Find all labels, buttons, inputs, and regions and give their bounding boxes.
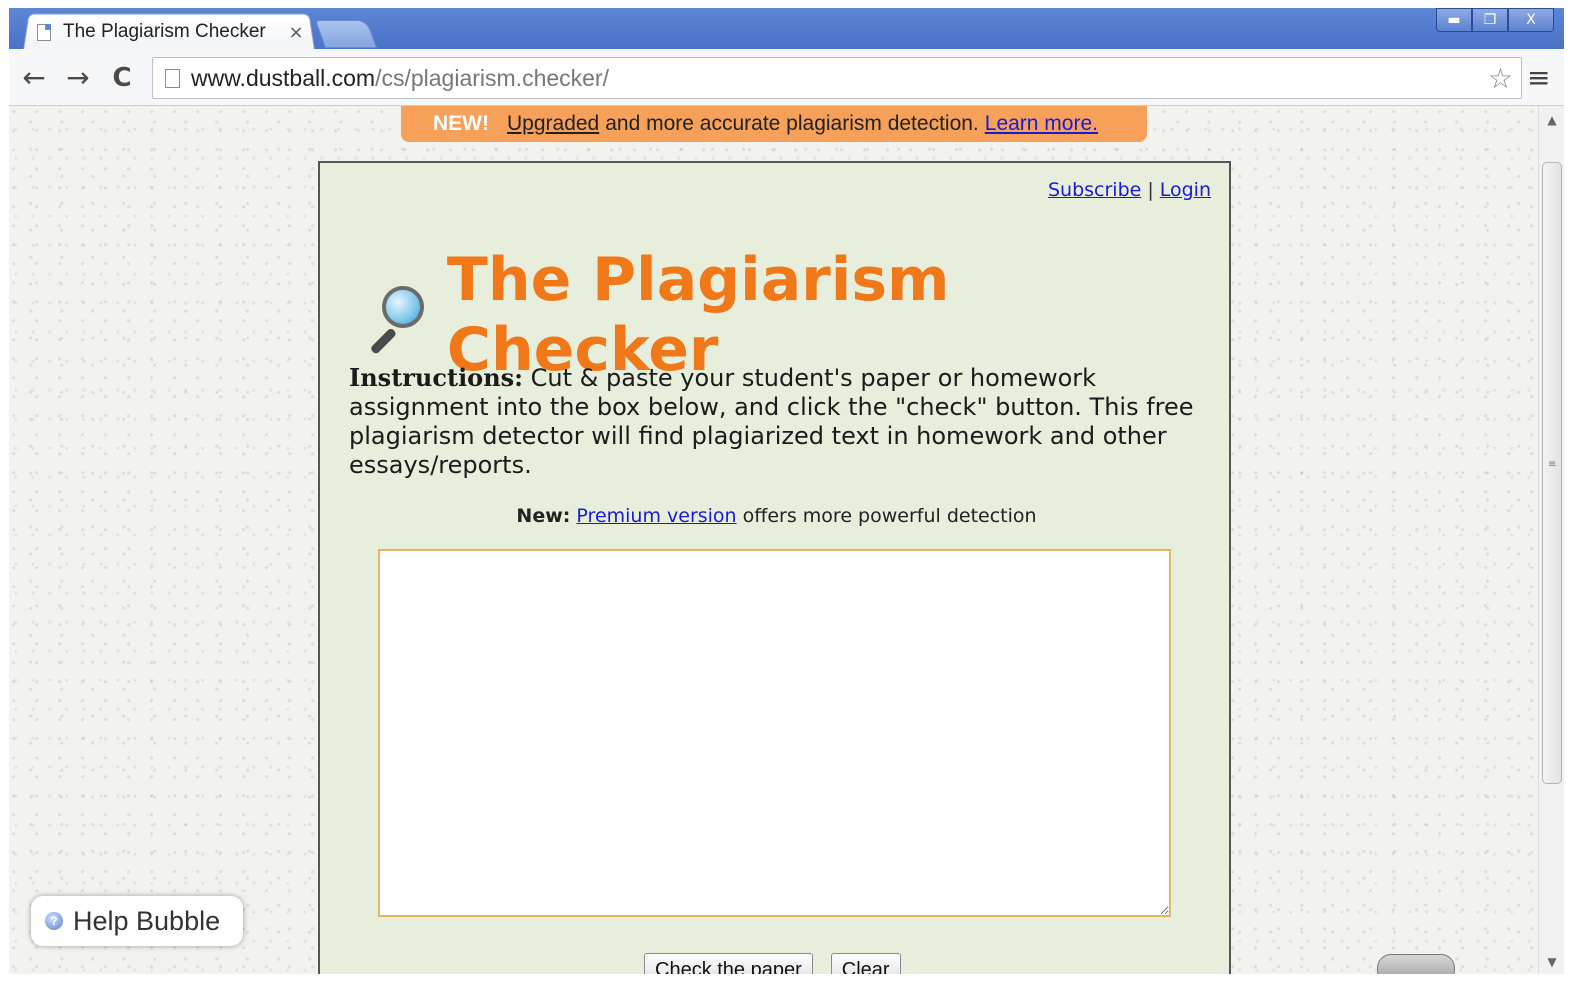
reload-icon[interactable]: C [105,61,139,95]
premium-notice: New: Premium version offers more powerfu… [320,505,1233,527]
minimize-button[interactable]: ▬ [1436,8,1472,32]
account-links: Subscribe | Login [1048,179,1211,201]
instructions: Instructions: Cut & paste your student's… [349,363,1209,480]
close-window-button[interactable]: X [1508,8,1554,32]
browser-window: The Plagiarism Checker × ▬ ❐ X ← → C www… [9,8,1564,974]
help-icon: ? [45,912,63,930]
new-tab-button[interactable] [314,20,378,48]
help-bubble-label: Help Bubble [73,905,221,936]
page-icon [37,23,51,41]
window-controls: ▬ ❐ X [1436,8,1554,32]
learn-more-link[interactable]: Learn more. [985,112,1098,136]
subscribe-link[interactable]: Subscribe [1048,179,1141,201]
clear-button[interactable]: Clear [830,953,901,974]
upgraded-link[interactable]: Upgraded [507,112,599,136]
link-separator: | [1147,179,1154,201]
page-viewport: NEW! Upgraded and more accurate plagiari… [9,106,1564,974]
url-path: /cs/plagiarism.checker/ [375,65,609,91]
premium-text: offers more powerful detection [736,505,1037,527]
tab-content[interactable]: The Plagiarism Checker × [37,16,307,48]
close-tab-icon[interactable]: × [285,22,307,43]
menu-icon[interactable]: ≡ [1527,61,1550,94]
url-domain: www.dustball.com [191,65,376,91]
forward-arrow-icon[interactable]: → [61,61,95,95]
premium-version-link[interactable]: Premium version [576,505,736,527]
browser-toolbar: ← → C www.dustball.com/cs/plagiarism.che… [9,49,1564,106]
page-icon [165,69,180,88]
maximize-button[interactable]: ❐ [1472,8,1508,32]
address-bar[interactable]: www.dustball.com/cs/plagiarism.checker/ … [152,57,1522,99]
bookmark-star-icon[interactable]: ☆ [1488,62,1513,95]
announcement-banner: NEW! Upgraded and more accurate plagiari… [401,106,1147,142]
check-paper-button[interactable]: Check the paper [644,953,813,974]
scroll-down-arrow-icon[interactable]: ▼ [1539,952,1564,972]
new-badge: NEW! [433,112,489,135]
url-text[interactable]: www.dustball.com/cs/plagiarism.checker/ [191,65,609,92]
scroll-up-arrow-icon[interactable]: ▲ [1539,110,1564,130]
back-arrow-icon[interactable]: ← [17,61,51,95]
handle-shape [369,327,398,355]
premium-label: New: [516,505,571,527]
tab-title: The Plagiarism Checker [63,21,266,42]
instructions-label: Instructions: [349,363,524,392]
scroll-grip-icon: ≡ [1548,459,1557,470]
vertical-scrollbar[interactable]: ▲ ≡ ▼ [1538,106,1564,974]
title-bar: The Plagiarism Checker × ▬ ❐ X [9,8,1564,50]
floating-widget[interactable] [1377,954,1455,974]
banner-text: and more accurate plagiarism detection. [605,112,979,135]
magnifying-glass-icon [362,282,427,355]
scroll-thumb[interactable]: ≡ [1542,162,1562,784]
checker-panel: Subscribe | Login The Plagiarism Checker I… [318,161,1231,974]
login-link[interactable]: Login [1160,179,1211,201]
form-buttons: Check the paper Clear [644,953,901,974]
lens-shape [382,286,424,328]
help-bubble-button[interactable]: ? Help Bubble [31,896,243,946]
paper-textarea[interactable] [378,549,1171,917]
